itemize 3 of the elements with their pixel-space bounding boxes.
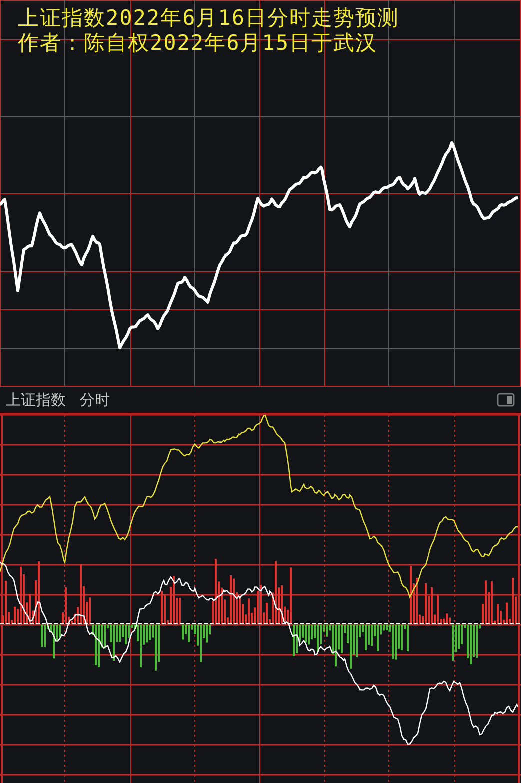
index-name: 上证指数 [6, 390, 66, 410]
panel-toggle-icon[interactable] [497, 393, 515, 407]
view-label: 分时 [80, 390, 110, 410]
